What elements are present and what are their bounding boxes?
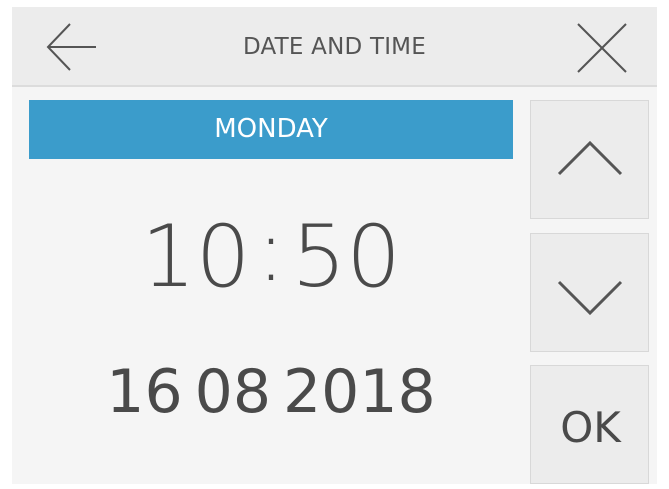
date-display: 16 08 2018 [29,352,513,432]
month-field[interactable]: 08 [195,357,271,427]
arrow-left-icon [46,23,96,71]
chevron-down-icon [557,280,623,316]
day-of-week-selector[interactable]: MONDAY [29,100,513,159]
chevron-up-icon [557,140,623,176]
close-icon [577,23,627,73]
time-display: 10:50 [29,197,513,317]
year-field[interactable]: 2018 [283,357,436,427]
ok-button[interactable]: OK [530,365,649,484]
close-button[interactable] [572,21,632,75]
day-field[interactable]: 16 [106,357,182,427]
time-separator: : [256,201,286,301]
header-bar: DATE AND TIME [12,7,657,87]
ok-label: OK [560,403,621,452]
decrement-button[interactable] [530,233,649,352]
date-time-screen: DATE AND TIME MONDAY 10:50 16 08 2018 OK [12,7,657,484]
minute-field[interactable]: 50 [291,207,400,307]
hour-field[interactable]: 10 [141,207,250,307]
increment-button[interactable] [530,100,649,219]
back-button[interactable] [42,21,100,73]
page-title: DATE AND TIME [243,34,426,60]
